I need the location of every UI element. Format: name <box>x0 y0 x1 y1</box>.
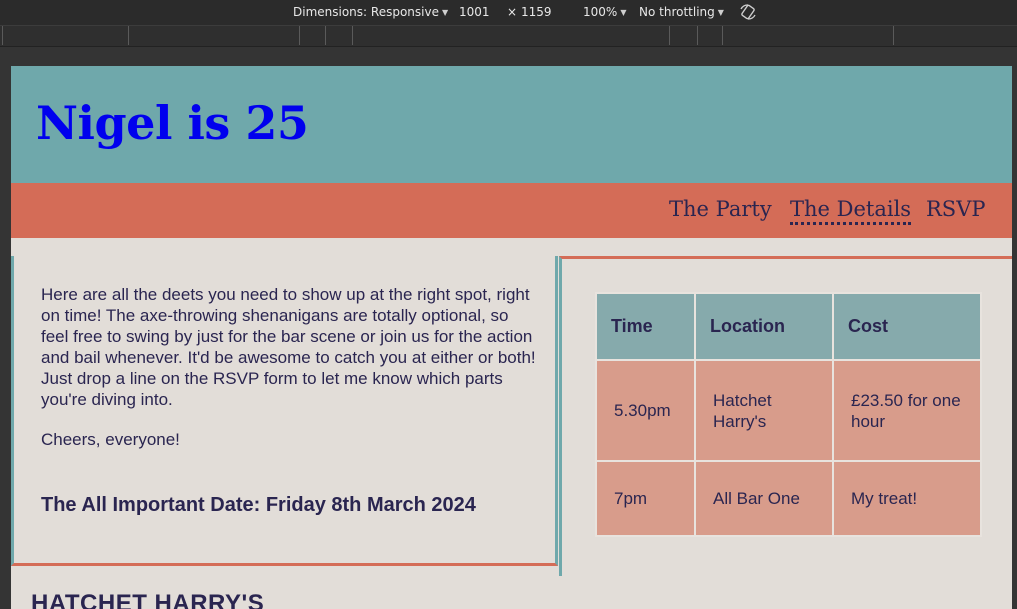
times-symbol: × <box>507 5 518 19</box>
table-cell: Hatchet Harry's <box>694 359 834 462</box>
throttling-label: No throttling <box>639 5 715 19</box>
date-heading: The All Important Date: Friday 8th March… <box>41 494 476 516</box>
details-table-card: Time Location Cost 5.30pm Hatchet Harry'… <box>559 256 1012 576</box>
table-cell: 7pm <box>595 460 696 537</box>
section-heading-hatchet-harrys: HATCHET HARRY'S <box>31 590 265 609</box>
ruler-tick <box>352 26 353 45</box>
rotate-icon[interactable] <box>739 3 757 21</box>
column-header-location: Location <box>694 292 834 361</box>
table-header-row: Time Location Cost <box>595 292 982 361</box>
nav-link-rsvp[interactable]: RSVP <box>926 197 986 221</box>
width-input[interactable]: 1001 <box>459 5 490 19</box>
dimensions-label: Dimensions: Responsive <box>293 5 439 19</box>
site-header: Nigel is 25 <box>11 66 1012 183</box>
column-header-cost: Cost <box>832 292 982 361</box>
ruler-tick <box>2 26 3 45</box>
devtools-toolbar: Dimensions: Responsive ▼ 1001 × 1159 100%… <box>0 0 1017 25</box>
chevron-down-icon: ▼ <box>441 8 449 17</box>
table-row: 5.30pm Hatchet Harry's £23.50 for one ho… <box>595 359 982 462</box>
zoom-dropdown[interactable]: 100% ▼ <box>583 5 626 19</box>
chevron-down-icon: ▼ <box>717 8 724 17</box>
ruler-tick <box>893 26 894 45</box>
ruler-tick <box>128 26 129 45</box>
nav-link-the-details[interactable]: The Details <box>790 197 912 225</box>
site-title-link[interactable]: Nigel is 25 <box>36 96 309 150</box>
table-row: 7pm All Bar One My treat! <box>595 460 982 537</box>
table-cell: My treat! <box>832 460 982 537</box>
cheers-text: Cheers, everyone! <box>41 430 180 449</box>
page-viewport: Nigel is 25 The Party The Details RSVP H… <box>11 66 1012 609</box>
details-table: Time Location Cost 5.30pm Hatchet Harry'… <box>595 292 982 537</box>
zoom-label: 100% <box>583 5 618 19</box>
throttling-dropdown[interactable]: No throttling ▼ <box>639 5 724 19</box>
table-cell: All Bar One <box>694 460 834 537</box>
intro-paragraph: Here are all the deets you need to show … <box>41 285 536 409</box>
chevron-down-icon: ▼ <box>620 8 627 17</box>
ruler-tick <box>325 26 326 45</box>
main-nav: The Party The Details RSVP <box>11 183 1012 238</box>
column-header-time: Time <box>595 292 696 361</box>
table-cell: £23.50 for one hour <box>832 359 982 462</box>
ruler-tick <box>669 26 670 45</box>
nav-link-the-party[interactable]: The Party <box>669 197 772 221</box>
table-cell: 5.30pm <box>595 359 696 462</box>
ruler-tick <box>299 26 300 45</box>
ruler-tick <box>697 26 698 45</box>
ruler-tick <box>722 26 723 45</box>
dimensions-dropdown[interactable]: Dimensions: Responsive ▼ <box>293 5 448 19</box>
media-query-ruler[interactable] <box>0 25 1017 47</box>
height-input[interactable]: 1159 <box>521 5 552 19</box>
intro-card: Here are all the deets you need to show … <box>11 256 558 566</box>
